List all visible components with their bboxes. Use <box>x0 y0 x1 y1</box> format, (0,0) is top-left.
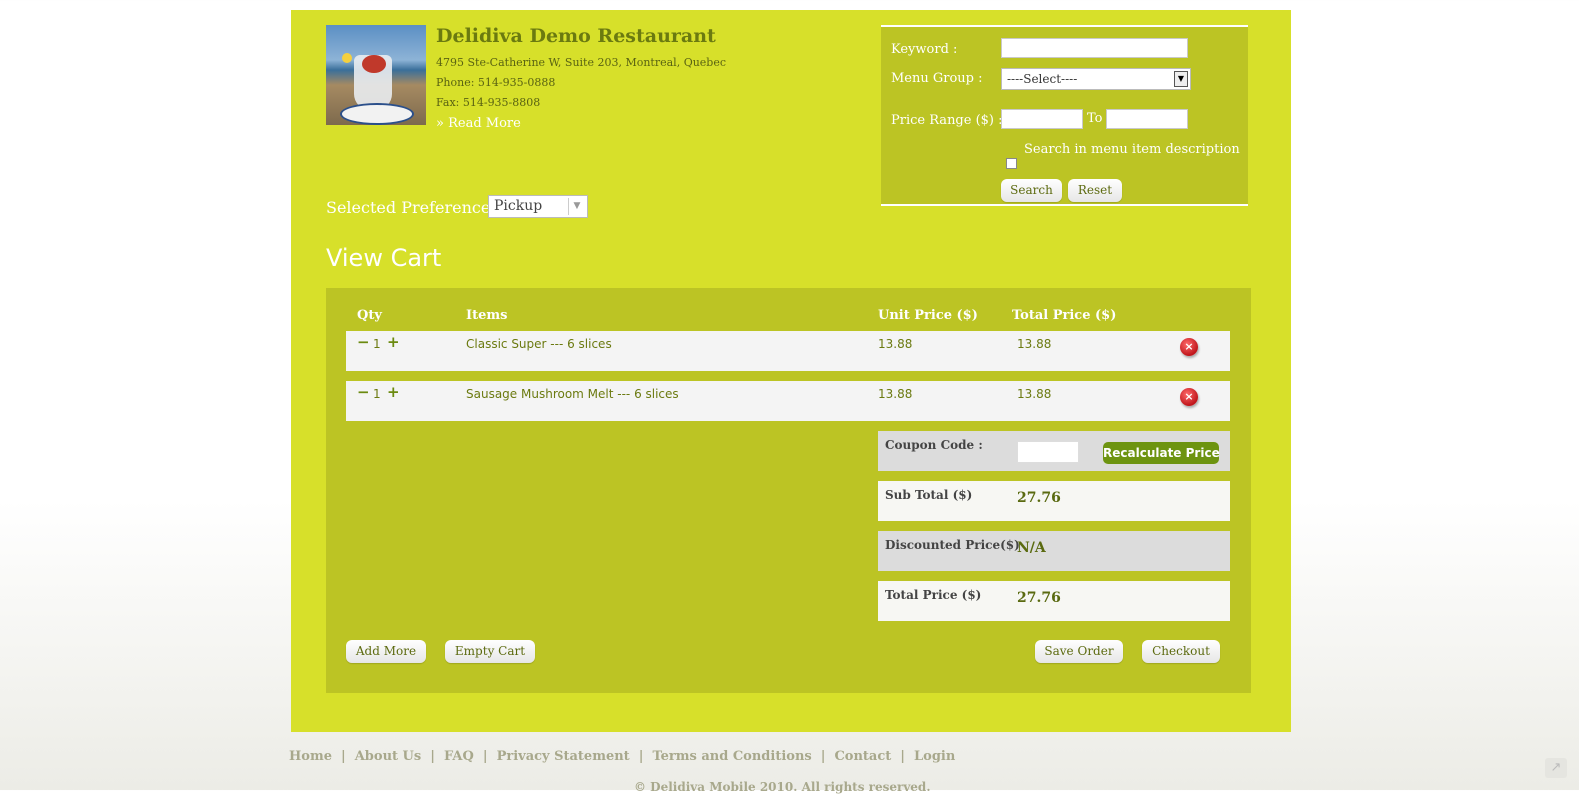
save-order-button[interactable]: Save Order <box>1035 640 1123 663</box>
footer-link-terms[interactable]: Terms and Conditions <box>652 749 811 764</box>
keyword-label: Keyword : <box>891 42 958 57</box>
menu-group-label: Menu Group : <box>891 71 983 86</box>
footer-separator: | <box>340 749 346 764</box>
page-title: View Cart <box>326 244 442 272</box>
chevron-down-icon: ▼ <box>1174 71 1188 87</box>
description-checkbox-label: Search in menu item description <box>1024 142 1240 157</box>
restaurant-photo <box>326 25 426 125</box>
share-icon[interactable]: ↗ <box>1545 758 1567 778</box>
keyword-input[interactable] <box>1001 38 1188 58</box>
footer-link-contact[interactable]: Contact <box>834 749 891 764</box>
qty-value: 1 <box>373 337 381 351</box>
price-to-label: To <box>1087 111 1103 126</box>
description-checkbox[interactable] <box>1006 158 1017 169</box>
recalculate-button[interactable]: Recalculate Price <box>1103 442 1220 464</box>
items-header: Items <box>466 308 508 323</box>
coupon-input[interactable] <box>1017 441 1079 463</box>
unit-price: 13.88 <box>878 387 913 401</box>
footer-separator: | <box>820 749 826 764</box>
chevron-down-icon: ▼ <box>568 198 585 215</box>
subtotal-value: 27.76 <box>1017 490 1061 506</box>
footer-separator: | <box>430 749 435 764</box>
total-row: Total Price ($) 27.76 <box>878 581 1230 621</box>
preference-select[interactable]: Pickup ▼ <box>488 195 588 218</box>
preference-label: Selected Preference : <box>326 198 501 217</box>
footer-separator: | <box>638 749 644 764</box>
price-min-input[interactable] <box>1001 109 1083 129</box>
remove-icon[interactable]: × <box>1180 388 1198 406</box>
discounted-price-label: Discounted Price($) <box>885 538 1020 552</box>
qty-decrease-button[interactable]: − <box>357 333 370 351</box>
remove-icon[interactable]: × <box>1180 338 1198 356</box>
qty-value: 1 <box>373 387 381 401</box>
read-more-link[interactable]: » Read More <box>436 116 521 131</box>
qty-increase-button[interactable]: + <box>387 383 400 401</box>
discounted-price-value: N/A <box>1017 540 1046 556</box>
footer-link-home[interactable]: Home <box>289 749 332 764</box>
total-price-label: Total Price ($) <box>885 588 982 602</box>
qty-header: Qty <box>357 308 382 323</box>
qty-increase-button[interactable]: + <box>387 333 400 351</box>
total-price: 13.88 <box>1017 337 1052 351</box>
coupon-label: Coupon Code : <box>885 438 983 452</box>
empty-cart-button[interactable]: Empty Cart <box>445 640 535 663</box>
cart-panel: Qty Items Unit Price ($) Total Price ($)… <box>326 288 1251 693</box>
price-max-input[interactable] <box>1106 109 1188 129</box>
total-price-value: 27.76 <box>1017 590 1061 606</box>
unit-price: 13.88 <box>878 337 913 351</box>
search-button[interactable]: Search <box>1001 179 1062 202</box>
preference-selected: Pickup <box>494 198 543 214</box>
page-container: Delidiva Demo Restaurant 4795 Ste-Cather… <box>291 10 1291 732</box>
menu-group-select[interactable]: ----Select---- ▼ <box>1001 68 1191 90</box>
qty-decrease-button[interactable]: − <box>357 383 370 401</box>
footer-link-login[interactable]: Login <box>914 749 955 764</box>
footer-link-privacy[interactable]: Privacy Statement <box>497 749 630 764</box>
subtotal-label: Sub Total ($) <box>885 488 973 502</box>
table-row: − 1 + Classic Super --- 6 slices 13.88 1… <box>346 331 1230 371</box>
copyright: © Delidiva Mobile 2010. All rights reser… <box>634 780 931 794</box>
footer-link-about-us[interactable]: About Us <box>355 749 422 764</box>
subtotal-row: Sub Total ($) 27.76 <box>878 481 1230 521</box>
price-range-label: Price Range ($) : <box>891 113 1003 128</box>
restaurant-phone: Phone: 514-935-0888 <box>436 76 556 89</box>
checkout-button[interactable]: Checkout <box>1142 640 1220 663</box>
menu-group-selected: ----Select---- <box>1007 72 1078 86</box>
reset-button[interactable]: Reset <box>1068 179 1122 202</box>
footer-nav: Home | About Us | FAQ | Privacy Statement | Term… <box>289 749 955 764</box>
footer-link-faq[interactable]: FAQ <box>444 749 474 764</box>
search-panel: Keyword : Menu Group : ----Select---- ▼ … <box>881 25 1248 206</box>
footer-separator: | <box>900 749 906 764</box>
restaurant-fax: Fax: 514-935-8808 <box>436 96 541 109</box>
add-more-button[interactable]: Add More <box>346 640 426 663</box>
total-price-header: Total Price ($) <box>1012 308 1117 323</box>
restaurant-address: 4795 Ste-Catherine W, Suite 203, Montrea… <box>436 56 727 69</box>
total-price: 13.88 <box>1017 387 1052 401</box>
unit-price-header: Unit Price ($) <box>878 308 978 323</box>
discount-row: Discounted Price($) N/A <box>878 531 1230 571</box>
item-name: Sausage Mushroom Melt --- 6 slices <box>466 387 679 401</box>
restaurant-name: Delidiva Demo Restaurant <box>436 25 716 47</box>
footer-separator: | <box>482 749 488 764</box>
coupon-row: Coupon Code : Recalculate Price <box>878 431 1230 471</box>
item-name: Classic Super --- 6 slices <box>466 337 612 351</box>
table-row: − 1 + Sausage Mushroom Melt --- 6 slices… <box>346 381 1230 421</box>
